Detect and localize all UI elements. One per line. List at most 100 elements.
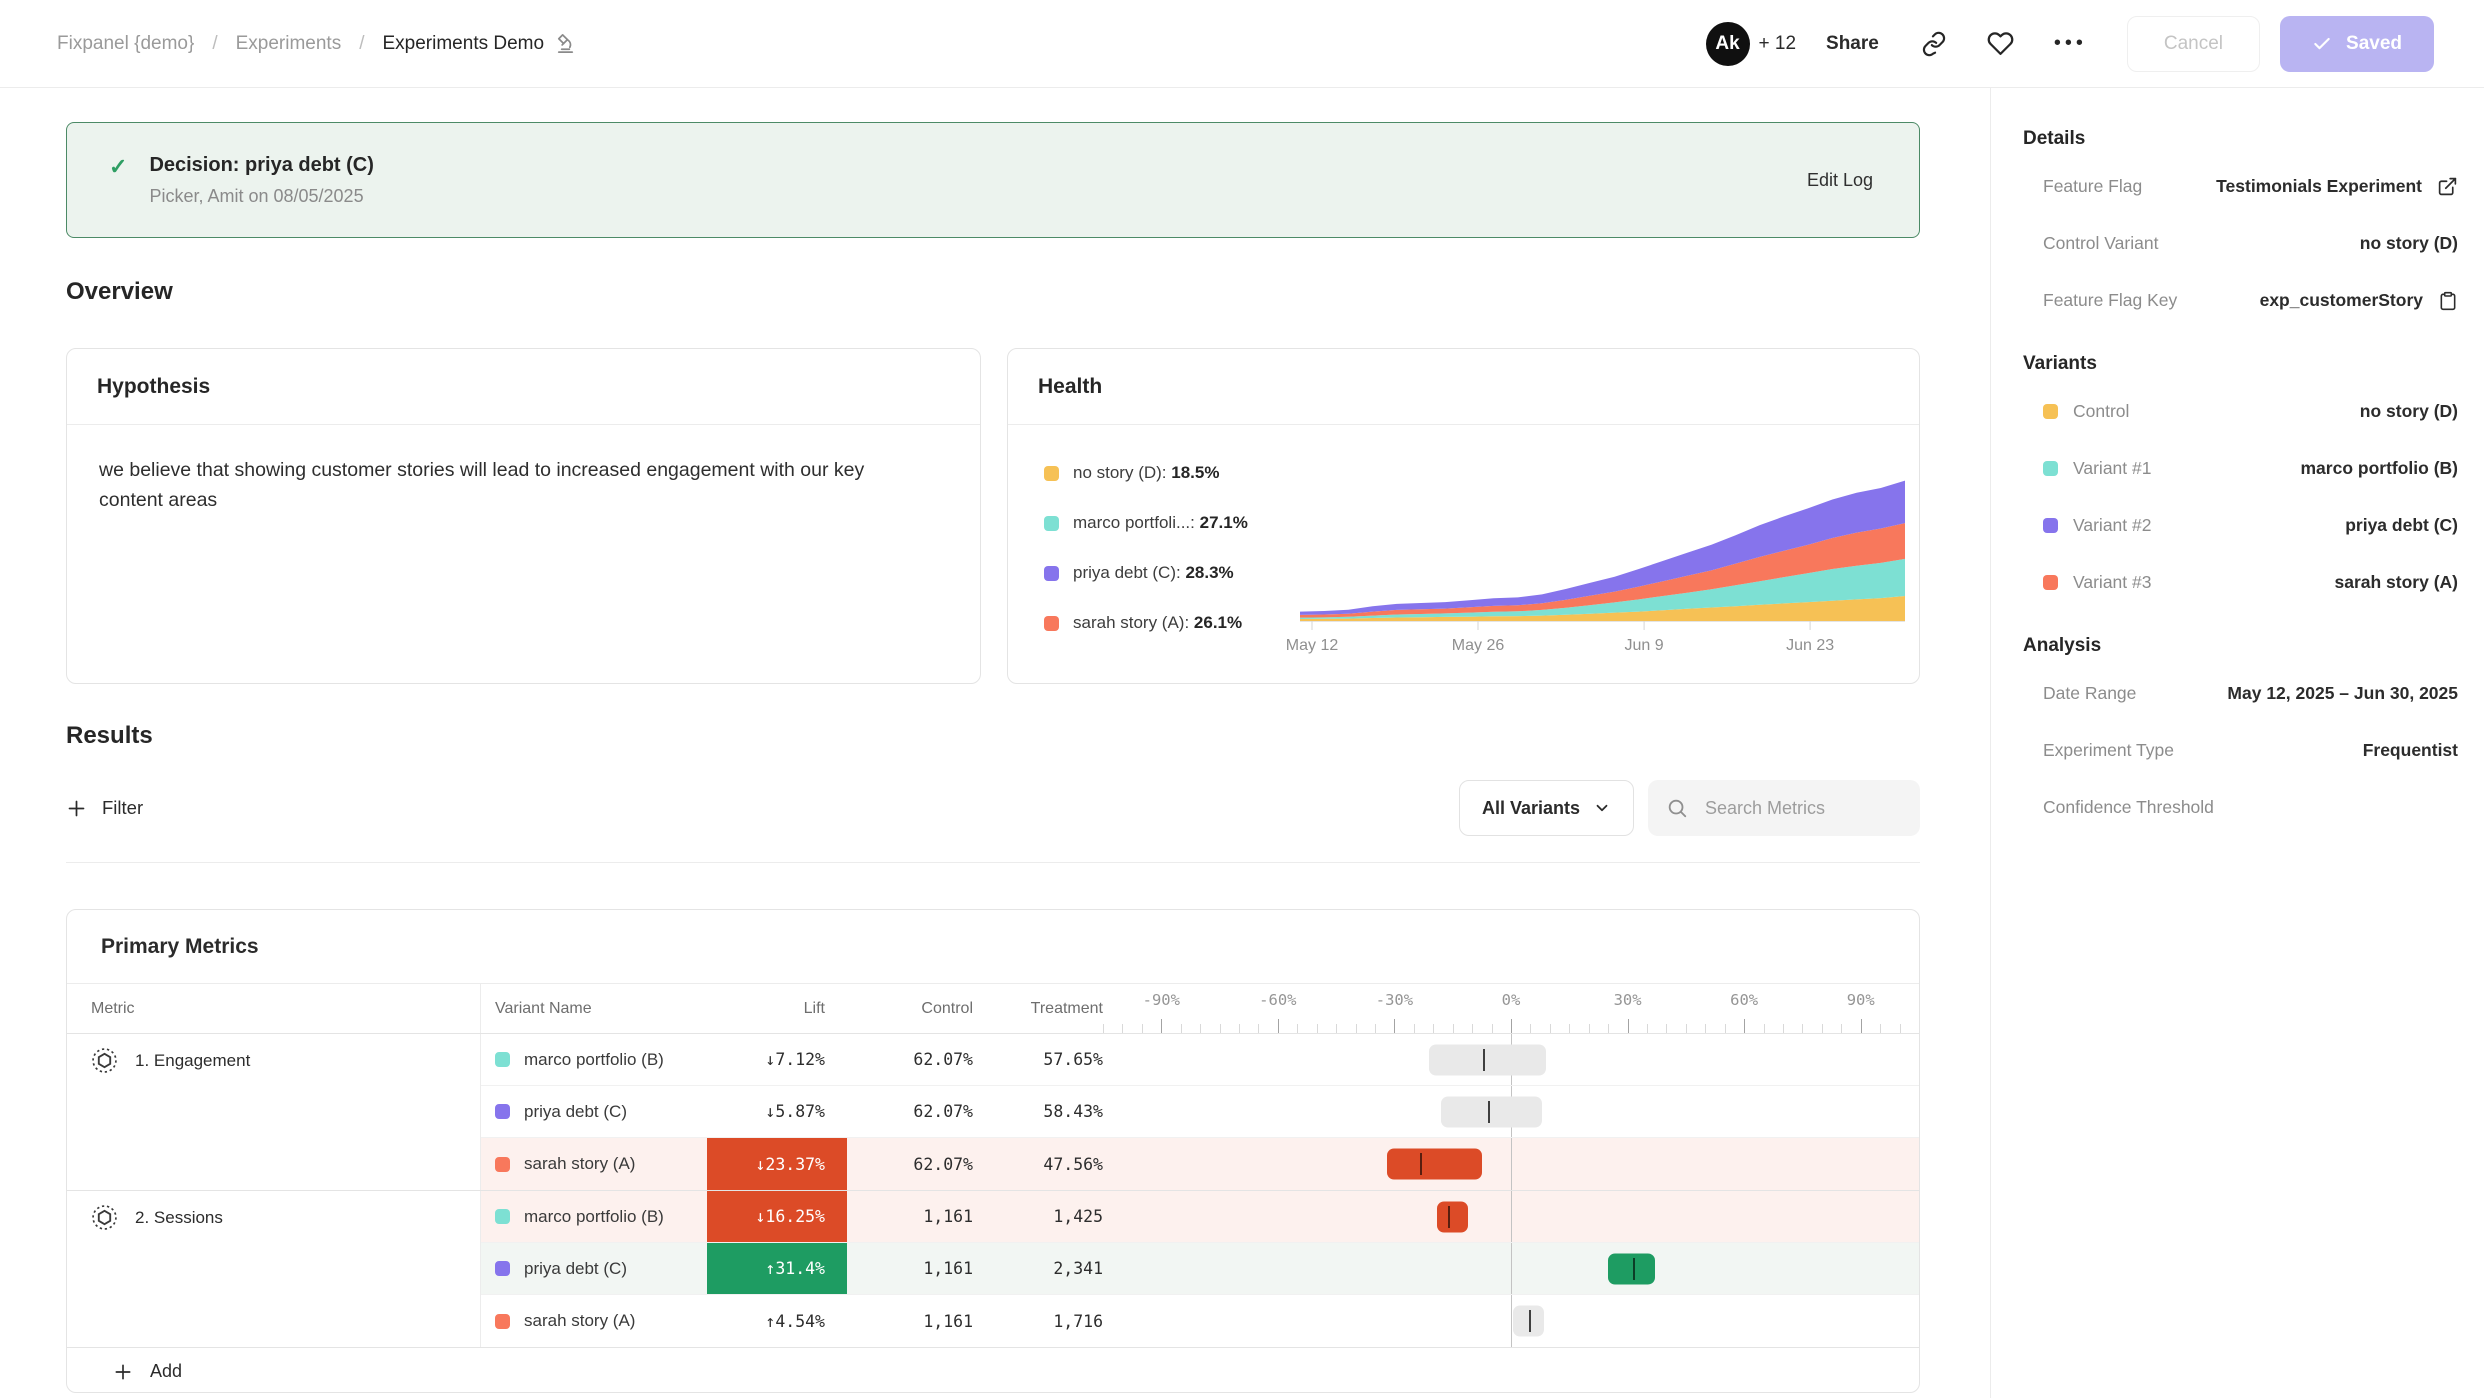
check-icon	[2312, 34, 2332, 54]
filter-label: Filter	[102, 797, 143, 819]
hypothesis-card: Hypothesis we believe that showing custo…	[66, 348, 981, 684]
add-filter-button[interactable]: Filter	[66, 797, 143, 819]
breadcrumb-item[interactable]: Experiments	[236, 33, 342, 55]
search-metrics-box[interactable]	[1648, 780, 1920, 836]
zero-axis-line	[1511, 1191, 1512, 1242]
treatment-value-cell: 1,716	[973, 1312, 1103, 1331]
add-metric-label: Add	[150, 1361, 182, 1382]
variant-result-row[interactable]: priya debt (C)↓5.87%62.07%58.43%	[481, 1086, 1919, 1138]
lift-value-cell: ↑4.54%	[707, 1295, 847, 1347]
metric-label: 1. Engagement	[135, 1047, 250, 1190]
saved-button[interactable]: Saved	[2280, 16, 2434, 72]
ruler-tick	[1239, 1024, 1240, 1033]
ruler-tick	[1628, 1019, 1629, 1033]
decision-title: Decision: priya debt (C)	[149, 154, 373, 177]
variant-name-cell: marco portfolio (B)	[481, 1207, 707, 1227]
sidebar-row-label: Control Variant	[2043, 233, 2158, 254]
sidebar-row-label: Confidence Threshold	[2043, 797, 2214, 818]
ruler-tick	[1705, 1024, 1706, 1033]
ruler-tick	[1200, 1024, 1201, 1033]
confidence-interval-cell	[1103, 1295, 1919, 1347]
variant-result-row[interactable]: sarah story (A)↓23.37%62.07%47.56%	[481, 1138, 1919, 1190]
confidence-interval-cell	[1103, 1138, 1919, 1190]
control-value-cell: 62.07%	[847, 1102, 973, 1121]
favorite-heart-icon[interactable]	[1987, 30, 2014, 57]
health-x-tick-label: May 26	[1452, 637, 1504, 655]
variant-name-label: sarah story (A)	[524, 1154, 635, 1174]
external-link-icon[interactable]	[2437, 176, 2458, 197]
metric-group: 2. Sessionsmarco portfolio (B)↓16.25%1,1…	[67, 1190, 1919, 1347]
edit-log-button[interactable]: Edit Log	[1807, 170, 1873, 191]
sidebar-row-value: no story (D)	[2360, 401, 2458, 422]
sidebar-row-label: Variant #2	[2043, 515, 2151, 536]
variant-result-row[interactable]: priya debt (C)↑31.4%1,1612,341	[481, 1243, 1919, 1295]
ruler-tick	[1297, 1024, 1298, 1033]
confidence-interval-cell	[1103, 1243, 1919, 1294]
breadcrumb-item-label: Fixpanel {demo}	[57, 33, 194, 55]
sidebar-row-label: Control	[2043, 401, 2129, 422]
variant-color-chip	[495, 1157, 510, 1172]
clipboard-icon[interactable]	[2438, 291, 2458, 311]
breadcrumb-separator: /	[212, 33, 217, 55]
sidebar-row: Feature FlagTestimonials Experiment	[2023, 158, 2458, 215]
zero-axis-line	[1511, 1138, 1512, 1190]
more-options-icon[interactable]: •••	[2054, 32, 2087, 55]
lift-axis-tick-label: 60%	[1730, 991, 1758, 1009]
primary-metrics-title: Primary Metrics	[67, 910, 1919, 984]
share-button[interactable]: Share	[1826, 33, 1879, 55]
avatar[interactable]: Ak	[1706, 22, 1750, 66]
breadcrumb-item-label: Experiments	[236, 33, 342, 55]
ruler-tick	[1472, 1024, 1473, 1033]
breadcrumb-item[interactable]: Experiments Demo	[383, 32, 578, 55]
sidebar-row: Feature Flag Keyexp_customerStory	[2023, 272, 2458, 329]
ruler-tick	[1822, 1024, 1823, 1033]
avatar-overflow-count[interactable]: + 12	[1759, 33, 1797, 55]
confidence-interval-bar	[1441, 1096, 1542, 1127]
health-chart-x-axis: May 12May 26Jun 9Jun 23	[1300, 637, 1905, 661]
ruler-tick	[1608, 1024, 1609, 1033]
column-metric: Metric	[67, 984, 481, 1033]
variant-name-label: marco portfolio (B)	[524, 1050, 664, 1070]
confidence-interval-bar	[1429, 1044, 1546, 1075]
results-heading: Results	[66, 722, 1920, 750]
variants-dropdown[interactable]: All Variants	[1459, 780, 1634, 836]
legend-label: marco portfoli...: 27.1%	[1073, 513, 1248, 533]
saved-button-label: Saved	[2346, 33, 2402, 55]
legend-color-chip	[1044, 616, 1059, 631]
avatar-group[interactable]: Ak + 12	[1706, 22, 1797, 66]
control-value-cell: 1,161	[847, 1312, 973, 1331]
cancel-button[interactable]: Cancel	[2127, 16, 2260, 72]
ruler-tick	[1511, 1019, 1512, 1033]
confidence-interval-bar	[1437, 1201, 1468, 1232]
sidebar-row: Confidence Threshold	[2023, 779, 2458, 836]
ruler-tick	[1375, 1024, 1376, 1033]
lift-mean-marker	[1529, 1310, 1531, 1332]
health-x-tick-label: Jun 9	[1625, 637, 1664, 655]
metric-name-cell[interactable]: 2. Sessions	[67, 1191, 481, 1347]
variant-result-row[interactable]: sarah story (A)↑4.54%1,1611,716	[481, 1295, 1919, 1347]
add-metric-button[interactable]: Add	[67, 1347, 1919, 1393]
metric-group: 1. Engagement marco portfolio (B)↓7.12%62…	[67, 1034, 1919, 1190]
search-metrics-input[interactable]	[1703, 797, 1893, 820]
variant-result-row[interactable]: marco portfolio (B)↓16.25%1,1611,425	[481, 1191, 1919, 1243]
breadcrumb-item[interactable]: Fixpanel {demo}	[57, 33, 194, 55]
sidebar-section-title: Variants	[2023, 353, 2458, 375]
ruler-tick	[1181, 1024, 1182, 1033]
sidebar-row-label: Variant #3	[2043, 572, 2151, 593]
copy-link-icon[interactable]	[1921, 31, 1947, 57]
health-legend-item: marco portfoli...: 27.1%	[1044, 513, 1248, 533]
breadcrumb: Fixpanel {demo} / Experiments / Experiments …	[57, 32, 577, 55]
breadcrumb-item-label: Experiments Demo	[383, 33, 545, 55]
variant-color-chip	[495, 1104, 510, 1119]
treatment-value-cell: 57.65%	[973, 1050, 1103, 1069]
variant-result-row[interactable]: marco portfolio (B)↓7.12%62.07%57.65%	[481, 1034, 1919, 1086]
ruler-tick	[1336, 1024, 1337, 1033]
ruler-tick	[1647, 1024, 1648, 1033]
breadcrumb-separator: /	[359, 33, 364, 55]
lift-axis-tick-label: -60%	[1259, 991, 1296, 1009]
lift-axis-tick-label: -30%	[1376, 991, 1413, 1009]
sidebar-row-value: May 12, 2025 – Jun 30, 2025	[2227, 683, 2458, 704]
lift-axis-tick-label: 90%	[1847, 991, 1875, 1009]
sidebar-row-value: priya debt (C)	[2345, 515, 2458, 536]
metric-name-cell[interactable]: 1. Engagement	[67, 1034, 481, 1190]
